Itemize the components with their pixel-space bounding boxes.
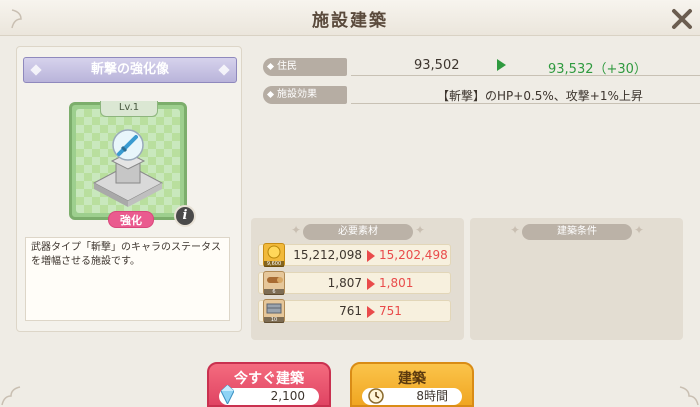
statue-icon xyxy=(92,129,164,207)
arrow-right-icon xyxy=(367,250,375,262)
material-after: 1,801 xyxy=(379,276,414,290)
gold-coin-icon: 9,600 xyxy=(263,243,285,267)
residents-after: 93,532（+30） xyxy=(548,62,647,77)
build-button[interactable]: 建築 8時間 xyxy=(350,362,474,407)
material-row: 10 761 751 xyxy=(258,299,451,323)
materials-header: 必要素材 xyxy=(303,224,413,240)
arrow-right-icon xyxy=(367,278,375,290)
gem-icon xyxy=(221,385,234,404)
title-bar: 施設建築 xyxy=(0,0,700,36)
facility-description: 武器タイプ「斬撃」のキャラのステータスを増幅させる施設です。 xyxy=(25,237,230,321)
close-icon[interactable] xyxy=(668,5,696,33)
corner-ornament-icon xyxy=(1,386,21,406)
diamond-icon xyxy=(218,64,230,76)
arrow-right-icon xyxy=(367,306,375,318)
strengthen-button[interactable]: 強化 xyxy=(108,211,154,228)
residents-label: 住民 xyxy=(263,58,347,76)
sparkle-icon: ✦ xyxy=(291,223,302,237)
conditions-panel: ✦ 建築条件 ✦ xyxy=(470,218,683,340)
sparkle-icon: ✦ xyxy=(634,223,645,237)
material-row: 9,600 15,212,098 15,202,498 xyxy=(258,243,451,267)
material-have: 1,807 xyxy=(327,276,362,290)
sparkle-icon: ✦ xyxy=(415,223,426,237)
material-after: 15,202,498 xyxy=(379,248,448,262)
build-now-cost: 2,100 xyxy=(219,388,319,405)
clock-icon xyxy=(368,388,384,404)
effect-label: 施設効果 xyxy=(263,86,347,104)
build-label: 建築 xyxy=(398,371,426,387)
facility-panel: 斬撃の強化像 Lv.1 強化 i 武器タイプ「斬撃」のキャラのステータスを増幅さ… xyxy=(16,46,242,332)
info-button[interactable]: i xyxy=(174,205,196,227)
material-have: 15,212,098 xyxy=(293,248,362,262)
conditions-header: 建築条件 xyxy=(522,224,632,240)
arrow-right-icon xyxy=(497,59,506,71)
diamond-icon xyxy=(30,64,42,76)
facility-name: 斬撃の強化像 xyxy=(90,62,169,77)
wood-icon: 6 xyxy=(263,271,285,295)
corner-ornament-icon xyxy=(679,386,699,406)
level-label: Lv.1 xyxy=(100,101,158,117)
build-now-button[interactable]: 今すぐ建築 2,100 xyxy=(207,362,331,407)
effect-value: 【斬撃】のHP+0.5%、攻撃+1%上昇 xyxy=(437,89,643,103)
material-row: 6 1,807 1,801 xyxy=(258,271,451,295)
sparkle-icon: ✦ xyxy=(510,223,521,237)
material-after: 751 xyxy=(379,304,402,318)
window-title: 施設建築 xyxy=(312,11,388,31)
material-have: 761 xyxy=(339,304,362,318)
facility-card[interactable]: Lv.1 強化 xyxy=(69,101,187,228)
residents-value-box xyxy=(351,58,700,76)
facility-name-banner: 斬撃の強化像 xyxy=(23,57,237,83)
residents-current: 93,502 xyxy=(414,58,460,73)
stone-icon: 10 xyxy=(263,299,285,323)
